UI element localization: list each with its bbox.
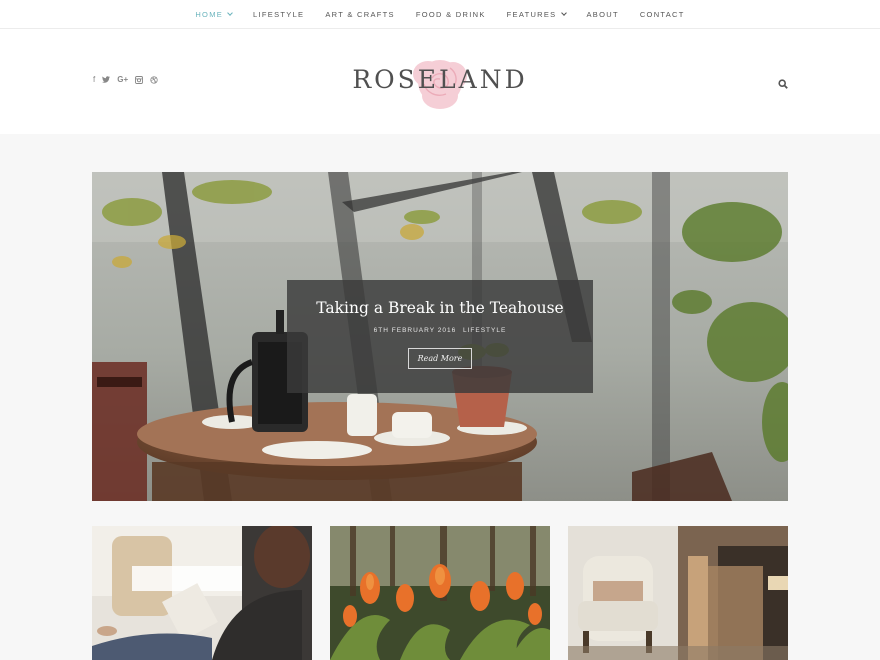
nav-item-food-drink[interactable]: Food & Drink xyxy=(416,10,486,19)
site-title: ROSELAND xyxy=(352,65,528,94)
post-category[interactable]: Lifestyle xyxy=(463,327,506,334)
nav-item-art-crafts[interactable]: Art & Crafts xyxy=(325,10,395,19)
featured-caption: Taking a Break in the Teahouse 6th Febru… xyxy=(287,280,593,393)
chevron-down-icon xyxy=(227,9,233,16)
post-meta: 6th February 2016 Lifestyle xyxy=(287,327,593,334)
post-thumbnail-tulips[interactable] xyxy=(330,526,550,660)
site-logo[interactable]: ROSELAND xyxy=(350,43,530,121)
featured-title[interactable]: Taking a Break in the Teahouse xyxy=(287,299,593,317)
social-links: f G+ xyxy=(93,75,165,84)
instagram-icon[interactable] xyxy=(135,75,144,84)
chevron-down-icon xyxy=(560,9,567,16)
post-thumbnail-armchair[interactable] xyxy=(568,526,788,660)
post-thumbnail-reading[interactable] xyxy=(92,526,312,660)
thumbnail-image xyxy=(92,526,312,660)
google-plus-icon[interactable]: G+ xyxy=(117,75,128,84)
search-icon[interactable] xyxy=(778,76,788,89)
nav-item-about[interactable]: About xyxy=(587,10,619,19)
nav-item-home[interactable]: Home xyxy=(195,9,233,19)
site-header: f G+ ROSELAND xyxy=(0,29,880,134)
dribbble-icon[interactable] xyxy=(150,75,158,84)
top-navigation: Home Lifestyle Art & Crafts Food & Drink… xyxy=(0,0,880,29)
read-more-button[interactable]: Read More xyxy=(407,348,473,369)
post-date: 6th February 2016 xyxy=(373,327,457,334)
nav-item-contact[interactable]: Contact xyxy=(640,10,685,19)
facebook-icon[interactable]: f xyxy=(93,75,95,84)
thumbnail-image xyxy=(330,526,550,660)
nav-item-features[interactable]: Features xyxy=(507,9,567,19)
nav-item-lifestyle[interactable]: Lifestyle xyxy=(253,10,304,19)
twitter-icon[interactable] xyxy=(102,76,111,83)
featured-post[interactable]: Taking a Break in the Teahouse 6th Febru… xyxy=(92,172,788,501)
thumbnail-image xyxy=(568,526,788,660)
nav-menu: Home Lifestyle Art & Crafts Food & Drink… xyxy=(185,10,695,19)
